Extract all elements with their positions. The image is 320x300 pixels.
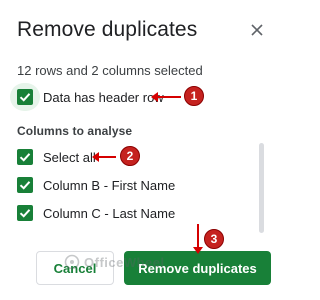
select-all-checkbox[interactable] [17, 149, 33, 165]
dialog-title: Remove duplicates [17, 18, 198, 41]
column-b-checkbox[interactable] [17, 177, 33, 193]
cancel-button[interactable]: Cancel [36, 251, 114, 285]
header-row-label: Data has header row [43, 89, 164, 105]
remove-duplicates-dialog: Remove duplicates 12 rows and 2 columns … [0, 0, 286, 300]
column-c-label: Column C - Last Name [43, 205, 176, 221]
close-icon[interactable] [247, 20, 267, 40]
annotation-badge-1: 1 [184, 86, 204, 106]
column-option-b[interactable]: Column B - First Name [17, 175, 175, 195]
annotation-arrow-3 [193, 224, 203, 254]
remove-duplicates-button[interactable]: Remove duplicates [124, 251, 271, 285]
columns-scrollbar[interactable] [259, 143, 264, 233]
annotation-arrow-2 [92, 152, 116, 162]
header-row-option[interactable]: Data has header row [17, 87, 164, 107]
select-all-label: Select all [43, 149, 96, 165]
header-row-checkbox[interactable] [17, 89, 33, 105]
annotation-badge-3: 3 [204, 229, 224, 249]
selection-summary: 12 rows and 2 columns selected [17, 63, 203, 78]
annotation-badge-2: 2 [120, 146, 140, 166]
columns-section-title: Columns to analyse [17, 124, 133, 138]
column-b-label: Column B - First Name [43, 177, 176, 193]
column-option-c[interactable]: Column C - Last Name [17, 203, 175, 223]
annotation-arrow-1 [151, 92, 181, 102]
column-c-checkbox[interactable] [17, 205, 33, 221]
column-option-select-all[interactable]: Select all [17, 147, 96, 167]
